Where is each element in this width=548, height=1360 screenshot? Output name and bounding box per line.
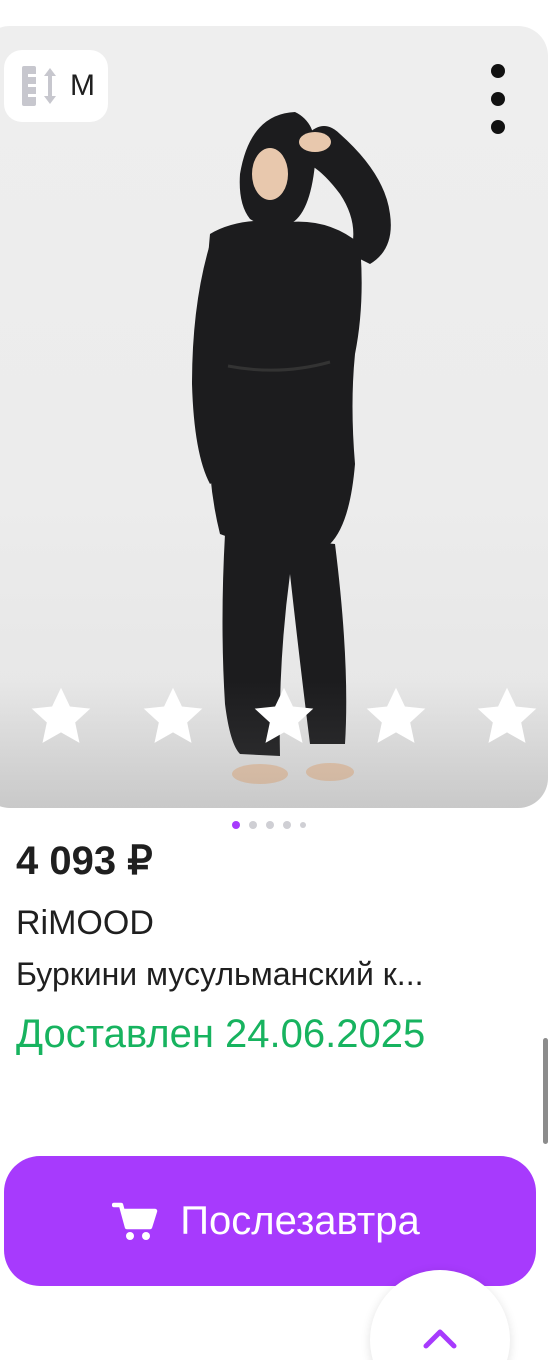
- pager-dot: [249, 821, 257, 829]
- pager-dot-active: [232, 821, 240, 829]
- size-badge[interactable]: M: [4, 50, 108, 122]
- product-brand[interactable]: RiMOOD: [16, 904, 154, 943]
- pager-dot: [283, 821, 291, 829]
- star-icon[interactable]: [24, 680, 98, 754]
- size-ruler-icon: [22, 66, 56, 106]
- product-title[interactable]: Буркини мусульманский к...: [16, 956, 526, 993]
- delivery-status: Доставлен 24.06.2025: [16, 1012, 426, 1056]
- product-image-carousel[interactable]: M: [0, 26, 548, 808]
- pager-dot: [300, 822, 306, 828]
- cart-button-label: Послезавтра: [180, 1198, 420, 1243]
- rating-stars[interactable]: [24, 680, 544, 754]
- star-icon[interactable]: [470, 680, 544, 754]
- more-vertical-icon[interactable]: [478, 64, 518, 134]
- cart-icon: [112, 1202, 158, 1240]
- product-card-page: M 4 093 ₽ RiMOOD Буркини мусульманский к…: [0, 0, 548, 1360]
- chevron-up-icon: [423, 1329, 457, 1349]
- product-price: 4 093 ₽: [16, 839, 153, 883]
- star-icon[interactable]: [247, 680, 321, 754]
- pager-dot: [266, 821, 274, 829]
- scrollbar[interactable]: [543, 1038, 548, 1144]
- add-to-cart-button[interactable]: Послезавтра: [4, 1156, 536, 1286]
- star-icon[interactable]: [359, 680, 433, 754]
- size-value: M: [70, 69, 95, 102]
- star-icon[interactable]: [136, 680, 210, 754]
- image-pager: [232, 821, 306, 829]
